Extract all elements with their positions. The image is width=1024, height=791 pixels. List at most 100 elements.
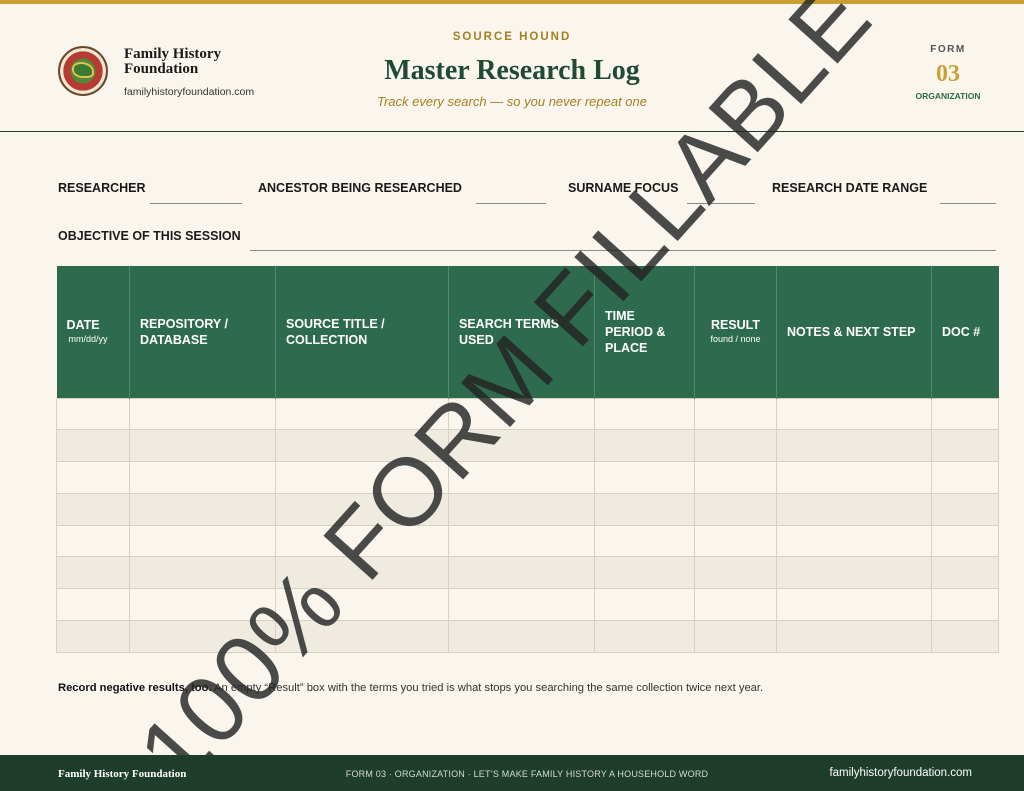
table-cell-input[interactable] xyxy=(129,429,276,463)
table-cell-input[interactable] xyxy=(694,556,777,590)
researcher-label: RESEARCHER xyxy=(58,181,146,195)
table-cell-input[interactable] xyxy=(594,429,695,463)
page-subtitle: Track every search — so you never repeat… xyxy=(377,94,647,109)
table-cell-input[interactable] xyxy=(448,492,595,526)
table-cell-input[interactable] xyxy=(275,620,449,653)
table-cell-input[interactable] xyxy=(931,620,999,653)
table-cell-input[interactable] xyxy=(776,397,932,431)
series-kicker: SOURCE HOUND xyxy=(452,31,572,43)
table-cell-input[interactable] xyxy=(776,620,932,653)
table-cell-input[interactable] xyxy=(129,556,276,590)
column-header-source-title: SOURCE TITLE / COLLECTION xyxy=(275,266,449,398)
objective-label: OBJECTIVE OF THIS SESSION xyxy=(58,229,241,243)
table-cell-input[interactable] xyxy=(129,461,276,494)
ancestor-field[interactable] xyxy=(476,203,546,204)
column-header-doc-number: DOC # xyxy=(931,266,999,398)
column-header-date: DATE mm/dd/yy xyxy=(56,266,130,398)
column-header-time-period: TIME PERIOD & PLACE xyxy=(594,266,695,398)
table-cell-input[interactable] xyxy=(56,397,130,431)
table-cell-input[interactable] xyxy=(931,397,999,431)
footnote-text: An empty “Result” box with the terms you… xyxy=(211,682,764,694)
table-cell-input[interactable] xyxy=(776,461,932,494)
table-cell-input[interactable] xyxy=(275,492,449,526)
table-cell-input[interactable] xyxy=(448,556,595,590)
column-header-label: RESULT xyxy=(710,318,761,333)
table-cell-input[interactable] xyxy=(694,588,777,622)
column-header-search-terms: SEARCH TERMS USED xyxy=(448,266,595,398)
table-cell-input[interactable] xyxy=(594,556,695,590)
column-header-hint: found / none xyxy=(710,334,761,345)
page-title: Master Research Log xyxy=(384,55,640,86)
table-cell-input[interactable] xyxy=(931,524,999,558)
table-row xyxy=(56,461,999,494)
table-cell-input[interactable] xyxy=(129,524,276,558)
ancestor-label: ANCESTOR BEING RESEARCHED xyxy=(258,181,462,195)
table-cell-input[interactable] xyxy=(129,620,276,653)
column-header-notes: NOTES & NEXT STEP xyxy=(776,266,932,398)
table-row xyxy=(56,620,999,653)
table-cell-input[interactable] xyxy=(694,524,777,558)
table-cell-input[interactable] xyxy=(694,397,777,431)
footnote: Record negative results, too. An empty “… xyxy=(58,682,763,694)
table-cell-input[interactable] xyxy=(776,429,932,463)
table-cell-input[interactable] xyxy=(275,588,449,622)
research-log-table: DATE mm/dd/yy REPOSITORY / DATABASE SOUR… xyxy=(56,266,999,653)
table-cell-input[interactable] xyxy=(129,397,276,431)
table-header-row: DATE mm/dd/yy REPOSITORY / DATABASE SOUR… xyxy=(56,266,999,398)
table-row xyxy=(56,397,999,431)
table-cell-input[interactable] xyxy=(275,461,449,494)
table-cell-input[interactable] xyxy=(594,620,695,653)
table-cell-input[interactable] xyxy=(56,524,130,558)
date-range-label: RESEARCH DATE RANGE xyxy=(772,181,928,195)
footer-url: familyhistoryfoundation.com xyxy=(829,767,972,779)
table-cell-input[interactable] xyxy=(275,429,449,463)
table-cell-input[interactable] xyxy=(129,492,276,526)
table-cell-input[interactable] xyxy=(448,524,595,558)
table-cell-input[interactable] xyxy=(275,556,449,590)
column-header-repository: REPOSITORY / DATABASE xyxy=(129,266,276,398)
table-cell-input[interactable] xyxy=(931,588,999,622)
table-cell-input[interactable] xyxy=(448,588,595,622)
table-cell-input[interactable] xyxy=(931,429,999,463)
table-cell-input[interactable] xyxy=(594,461,695,494)
table-cell-input[interactable] xyxy=(56,429,130,463)
table-cell-input[interactable] xyxy=(594,492,695,526)
table-cell-input[interactable] xyxy=(776,524,932,558)
footer: Family History Foundation FORM 03 · ORGA… xyxy=(0,755,1024,791)
table-cell-input[interactable] xyxy=(56,492,130,526)
table-cell-input[interactable] xyxy=(776,588,932,622)
table-cell-input[interactable] xyxy=(129,588,276,622)
table-cell-input[interactable] xyxy=(776,556,932,590)
table-cell-input[interactable] xyxy=(931,492,999,526)
table-cell-input[interactable] xyxy=(56,461,130,494)
table-cell-input[interactable] xyxy=(931,556,999,590)
table-cell-input[interactable] xyxy=(448,397,595,431)
table-cell-input[interactable] xyxy=(448,461,595,494)
footnote-emphasis: Record negative results, too. xyxy=(58,682,212,694)
table-cell-input[interactable] xyxy=(594,588,695,622)
date-range-field[interactable] xyxy=(940,203,996,204)
table-cell-input[interactable] xyxy=(56,620,130,653)
table-cell-input[interactable] xyxy=(594,397,695,431)
table-cell-input[interactable] xyxy=(448,429,595,463)
table-cell-input[interactable] xyxy=(694,620,777,653)
table-cell-input[interactable] xyxy=(694,429,777,463)
researcher-field[interactable] xyxy=(150,203,242,204)
table-cell-input[interactable] xyxy=(931,461,999,494)
table-cell-input[interactable] xyxy=(275,524,449,558)
table-row xyxy=(56,524,999,558)
surname-field[interactable] xyxy=(687,203,755,204)
table-cell-input[interactable] xyxy=(694,492,777,526)
table-cell-input[interactable] xyxy=(275,397,449,431)
table-cell-input[interactable] xyxy=(694,461,777,494)
column-header-hint: mm/dd/yy xyxy=(68,334,108,345)
table-cell-input[interactable] xyxy=(56,556,130,590)
table-cell-input[interactable] xyxy=(776,492,932,526)
table-row xyxy=(56,492,999,526)
form-label: FORM xyxy=(930,44,966,55)
table-cell-input[interactable] xyxy=(594,524,695,558)
objective-field[interactable] xyxy=(250,250,996,251)
table-row xyxy=(56,588,999,622)
table-cell-input[interactable] xyxy=(448,620,595,653)
table-cell-input[interactable] xyxy=(56,588,130,622)
